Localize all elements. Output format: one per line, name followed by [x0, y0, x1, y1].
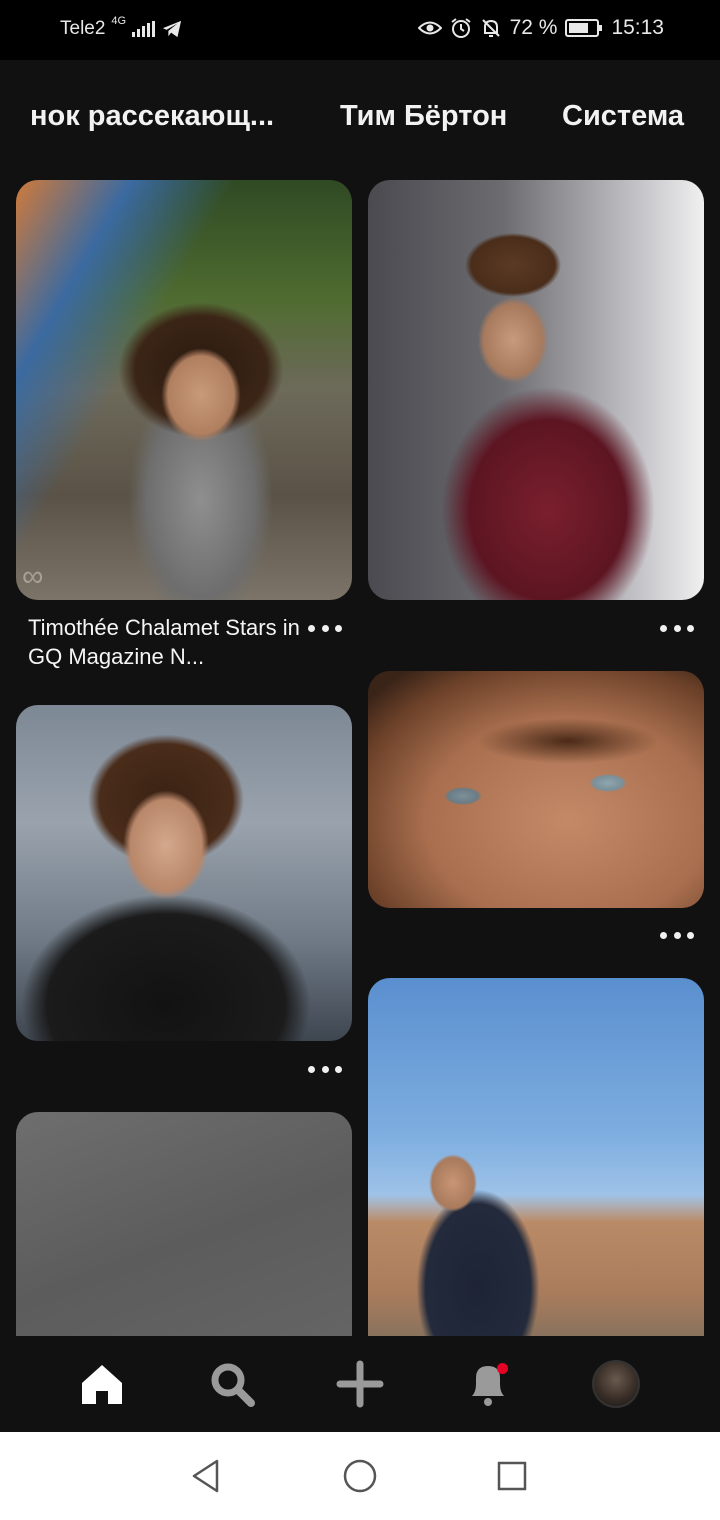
clock: 15:13 [611, 16, 664, 39]
eye-icon [417, 21, 442, 35]
pin-title[interactable]: Timothée Chalamet Stars in GQ Magazine N… [28, 613, 308, 671]
alarm-icon [450, 18, 471, 38]
telegram-icon [163, 20, 182, 38]
carrier-label: Tele2 [60, 18, 106, 39]
pin-image[interactable] [16, 705, 352, 1041]
recents-button[interactable] [492, 1456, 532, 1496]
back-button[interactable] [186, 1456, 226, 1496]
more-options-button[interactable] [660, 622, 694, 634]
circle-home-icon [343, 1459, 377, 1493]
status-bar: Tele2 4G 72 % 15:13 [0, 0, 720, 60]
topic-tab-3[interactable]: Система [562, 100, 684, 133]
more-options-button[interactable] [660, 929, 694, 941]
bottom-nav [0, 1336, 720, 1432]
square-recents-icon [497, 1461, 527, 1491]
system-home-button[interactable] [340, 1456, 380, 1496]
topic-tabs: нок рассекающ... Тим Бёртон Система [0, 60, 720, 178]
pin-image[interactable] [368, 180, 704, 600]
search-icon [211, 1363, 255, 1407]
profile-avatar [592, 1360, 640, 1408]
topic-tab-2[interactable]: Тим Бёртон [340, 100, 507, 133]
home-icon [82, 1365, 122, 1404]
notification-dot [497, 1363, 508, 1374]
battery-percent: 72 % [509, 16, 558, 39]
search-tab[interactable] [204, 1356, 260, 1412]
pin-image[interactable] [368, 978, 704, 1372]
more-options-button[interactable] [308, 622, 342, 634]
profile-tab[interactable] [588, 1356, 644, 1412]
system-nav-bar [0, 1432, 720, 1520]
battery-fill [569, 23, 589, 33]
pin-image[interactable] [16, 1112, 352, 1372]
pin-image[interactable] [368, 671, 704, 908]
pin-image[interactable]: ∞ [16, 180, 352, 600]
more-options-button[interactable] [308, 1063, 342, 1075]
add-icon [336, 1360, 384, 1408]
watermark-icon: ∞ [22, 560, 44, 593]
create-tab[interactable] [332, 1356, 388, 1412]
app-content: нок рассекающ... Тим Бёртон Система ∞ Ti… [0, 60, 720, 1432]
notifications-tab[interactable] [460, 1356, 516, 1412]
signal-icon [132, 21, 156, 37]
network-label: 4G [111, 15, 127, 27]
topic-tab-1[interactable]: нок рассекающ... [30, 100, 274, 133]
battery-icon [565, 19, 603, 37]
mute-bell-icon [481, 19, 500, 37]
back-icon [192, 1459, 219, 1493]
home-tab[interactable] [74, 1356, 130, 1412]
